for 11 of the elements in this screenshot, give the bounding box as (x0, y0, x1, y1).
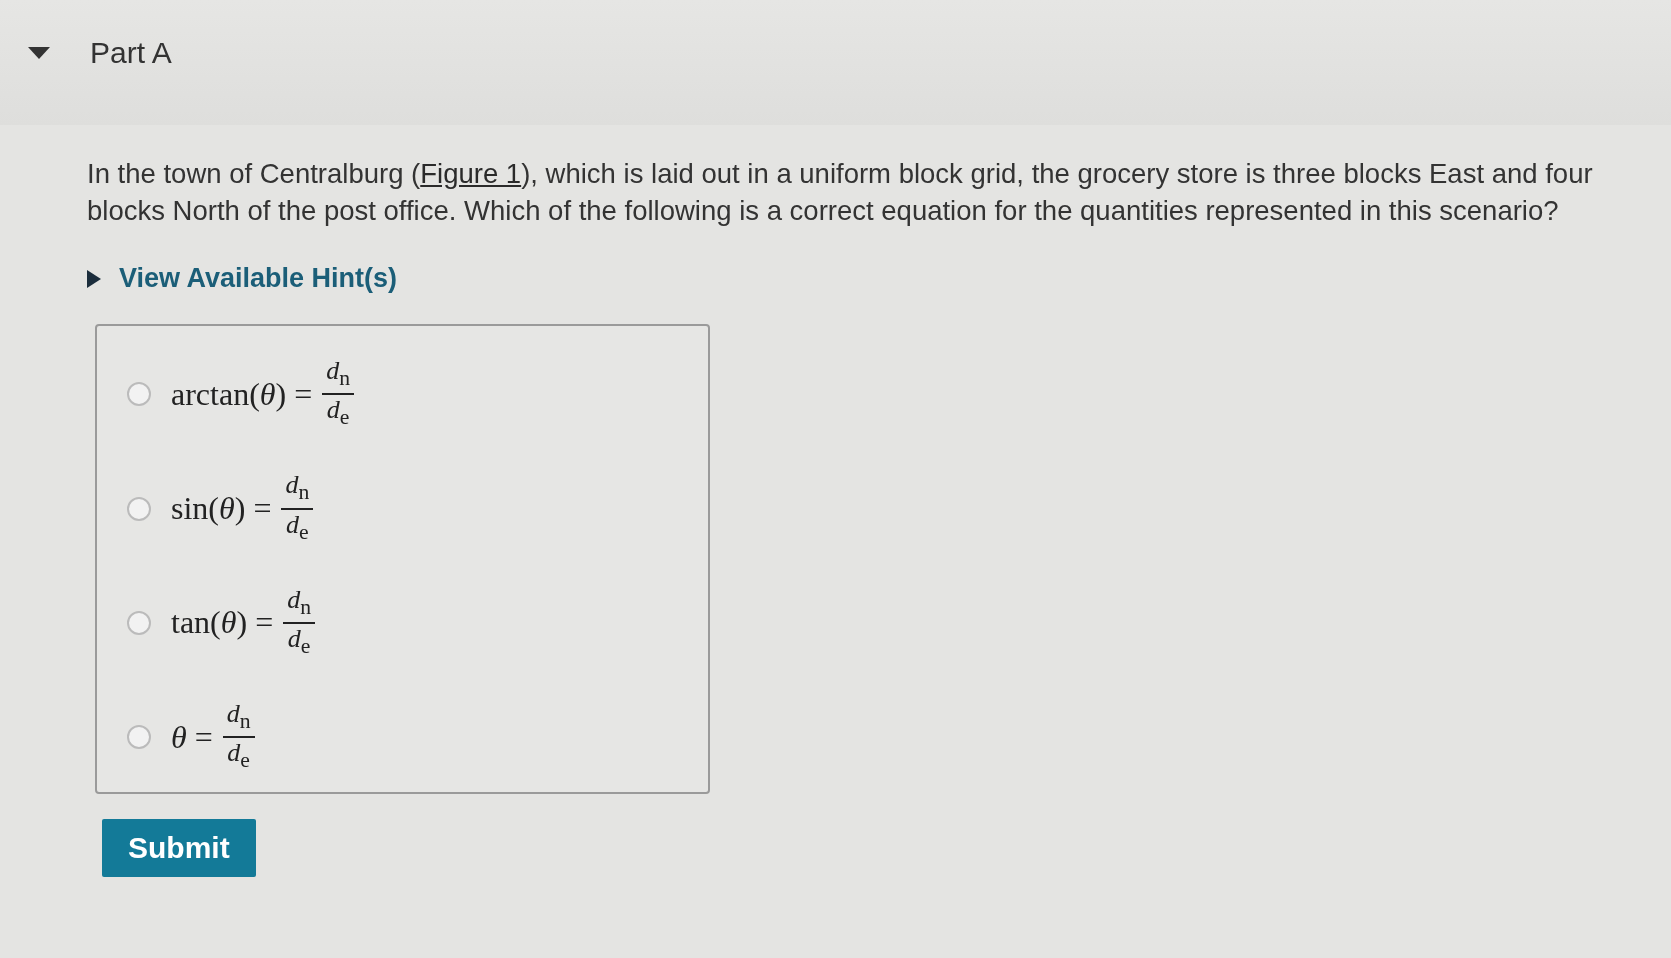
hints-toggle[interactable]: View Available Hint(s) (87, 263, 398, 294)
radio-button[interactable] (127, 610, 151, 635)
radio-button[interactable] (127, 725, 151, 750)
radio-button[interactable] (127, 496, 151, 521)
caret-icon[interactable] (87, 269, 101, 288)
figure-link[interactable]: Figure 1 (420, 158, 522, 189)
question-text: In the town of Centralburg (Figure 1), which is laid out in a uniform block grid, the grocery store is three blocks East and four blocks North of the post office. Which of the following is a correct equation for the quantities represented in this scenario? (87, 157, 1594, 228)
submit-button[interactable]: Submit (102, 819, 256, 877)
section-title: Part A (90, 35, 172, 70)
radio-button[interactable] (127, 382, 151, 407)
collapse-arrow-icon[interactable] (28, 46, 50, 59)
